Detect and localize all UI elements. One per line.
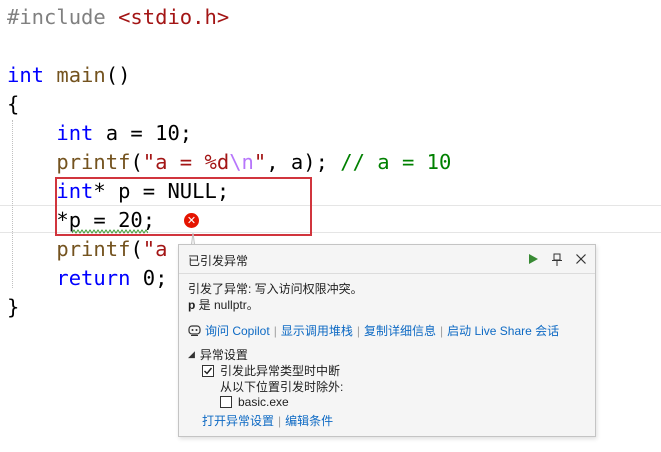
message-text: 是 nullptr。 (195, 298, 259, 312)
code-text: () (105, 63, 131, 87)
preprocessor-directive: #include (7, 5, 106, 29)
code-text: a = 10; (93, 121, 193, 145)
open-exception-settings-link[interactable]: 打开异常设置 (202, 412, 274, 429)
keyword: int (7, 63, 45, 87)
code-text: { (7, 92, 20, 116)
continue-button[interactable] (523, 249, 543, 269)
show-call-stack-link[interactable]: 显示调用堆栈 (281, 322, 353, 339)
code-comment: // a = 10 (340, 150, 452, 174)
checkmark-icon (204, 367, 213, 375)
function-name: printf (56, 237, 131, 261)
copy-details-link[interactable]: 复制详细信息 (364, 322, 436, 339)
code-text: ( (130, 150, 143, 174)
exception-line-highlight (55, 177, 312, 236)
play-icon (529, 254, 538, 264)
close-button[interactable] (571, 249, 591, 269)
module-name: basic.exe (238, 395, 289, 409)
pin-button[interactable] (547, 249, 567, 269)
code-text: } (7, 295, 20, 319)
break-on-exception-option[interactable]: 引发此异常类型时中断 (202, 362, 340, 379)
code-line-1[interactable]: #include <stdio.h> (7, 3, 229, 32)
error-icon[interactable]: ✕ (184, 213, 199, 228)
popup-title: 已引发异常 (188, 254, 249, 268)
code-text: ( (130, 237, 143, 261)
exception-message-line2: p 是 nullptr。 (188, 297, 587, 313)
separator: | (439, 323, 444, 338)
break-on-exception-label: 引发此异常类型时中断 (220, 364, 341, 378)
escape-sequence: \n (229, 150, 254, 174)
string-literal: " (253, 150, 267, 174)
ask-copilot-link[interactable]: 询问 Copilot (205, 322, 270, 339)
settings-links: 打开异常设置 | 编辑条件 (202, 412, 333, 429)
separator: | (278, 413, 282, 428)
settings-header-label: 异常设置 (199, 348, 248, 362)
exception-popup[interactable]: 已引发异常 引发了异常: 写入访问权限冲突。 p 是 nullptr。 询问 C… (178, 244, 596, 437)
module-exclusion-option[interactable]: basic.exe (220, 395, 289, 409)
module-checkbox[interactable] (220, 396, 232, 408)
exception-message-line1: 引发了异常: 写入访问权限冲突。 (188, 282, 363, 296)
error-squiggle (72, 229, 148, 234)
code-line-3[interactable]: int main() (7, 61, 130, 90)
popup-titlebar: 已引发异常 (179, 245, 595, 274)
live-share-link[interactable]: 启动 Live Share 会话 (447, 322, 559, 339)
keyword: return (56, 266, 131, 290)
code-line-4[interactable]: { (7, 90, 19, 119)
edit-conditions-link[interactable]: 编辑条件 (285, 412, 333, 429)
separator: | (356, 323, 360, 338)
popup-buttons (523, 249, 591, 269)
function-name: printf (56, 150, 131, 174)
code-line-9[interactable]: printf("a (7, 235, 167, 264)
copilot-icon (188, 324, 201, 337)
code-line-6[interactable]: printf("a = %d\n", a); // a = 10 (7, 148, 451, 177)
function-name: main (56, 63, 106, 87)
code-text: 0; (130, 266, 168, 290)
exception-settings-header[interactable]: ◢ 异常设置 (188, 346, 248, 363)
code-text: , a); (266, 150, 341, 174)
separator: | (273, 323, 277, 338)
code-line-10[interactable]: return 0; (7, 264, 167, 293)
keyword: int (56, 121, 94, 145)
except-from-label: 从以下位置引发时除外: (220, 380, 344, 394)
string-literal: "a (142, 237, 168, 261)
exception-actions: 询问 Copilot | 显示调用堆栈 | 复制详细信息 | 启动 Live S… (188, 322, 559, 339)
pin-icon (552, 253, 562, 266)
code-line-11[interactable]: } (7, 293, 19, 322)
close-icon (576, 254, 586, 264)
break-on-exception-checkbox[interactable] (202, 364, 214, 377)
include-path: <stdio.h> (118, 5, 230, 29)
except-from-label-row: 从以下位置引发时除外: (220, 378, 343, 395)
code-line-5[interactable]: int a = 10; (7, 119, 192, 148)
exception-message: 引发了异常: 写入访问权限冲突。 p 是 nullptr。 (188, 281, 587, 313)
collapse-triangle-icon: ◢ (188, 349, 195, 359)
string-literal: "a = %d (142, 150, 230, 174)
